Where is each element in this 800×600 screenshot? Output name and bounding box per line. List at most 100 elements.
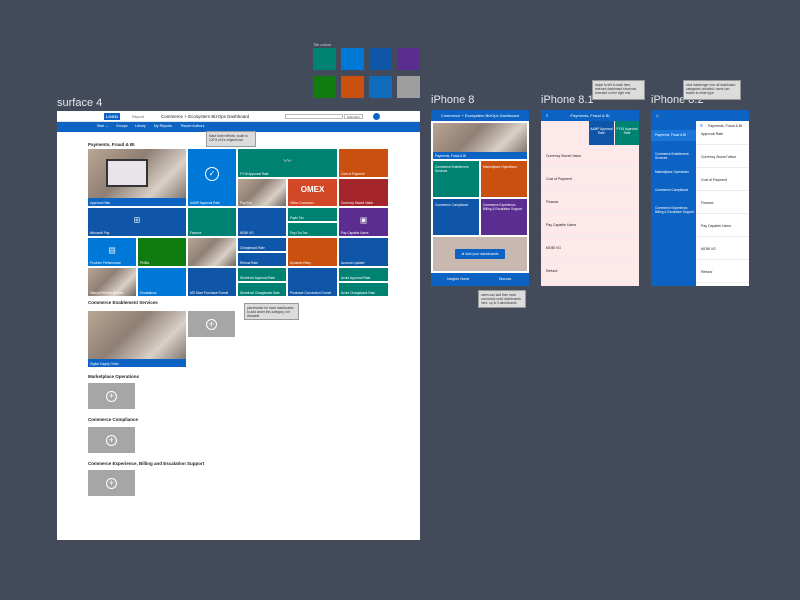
- tile-image-plant: [188, 238, 236, 266]
- tile-label: Purchase Conversion Funnel: [290, 291, 332, 295]
- iphone8-label: iPhone 8: [431, 94, 475, 106]
- tile-purchase-funnel[interactable]: Purchase Conversion Funnel: [288, 268, 337, 296]
- tile-currency[interactable]: Currency Stored Value: [339, 179, 388, 206]
- list-item[interactable]: Approval Rate: [696, 123, 749, 145]
- tile-label: Approval Rate: [90, 201, 111, 205]
- tile-mobi[interactable]: MOBI VG: [238, 208, 286, 236]
- iphone82-frame: ⌂ Payments, Fraud & BI Commerce Enableme…: [651, 110, 749, 286]
- tile-label: Microsoft Pay: [90, 231, 110, 235]
- footer-discuss[interactable]: Discuss: [499, 277, 511, 281]
- tile-account[interactable]: Account Updater: [339, 238, 388, 266]
- add-dashboards-button[interactable]: ⊕ Add your dashboards: [455, 249, 505, 259]
- tile-storefront-charge[interactable]: Storefront Chargeback Rate: [238, 283, 286, 296]
- hamburger-icon[interactable]: ≡: [546, 110, 548, 121]
- tile-label: MS Store Purchase Funnel: [190, 291, 229, 295]
- tile-office-consumer[interactable]: OMEX Office Consumer: [288, 179, 337, 206]
- tile-label: Payin Tax: [290, 216, 304, 220]
- nav-groups[interactable]: Groups: [116, 124, 127, 128]
- tile-pi4m[interactable]: PI4Ms: [138, 238, 186, 266]
- omex-logo: OMEX: [300, 185, 325, 194]
- list-item[interactable]: MOBI VG: [696, 238, 749, 260]
- iphone8-frame: Commerce + Ecosystem BizOps Dashboard Pa…: [431, 110, 529, 286]
- tile-label: Office Consumer: [290, 201, 314, 205]
- annotation-placeholder: placeholder for more dashboards to add u…: [244, 303, 299, 320]
- tile-storefront-approval[interactable]: Storefront Approval Rate: [238, 268, 286, 281]
- list-item[interactable]: Currency Stored Value: [696, 146, 749, 168]
- nav-library[interactable]: Library: [135, 124, 146, 128]
- tile-azure-approval[interactable]: Azure Approval Rate: [339, 268, 388, 281]
- tile-provider[interactable]: ▤ Provider Performance: [88, 238, 136, 266]
- document-icon: ▣: [359, 215, 368, 225]
- home-icon[interactable]: ⌂: [656, 113, 659, 119]
- swipe-col-2[interactable]: FY16 Approval Rate: [615, 121, 639, 145]
- list-item[interactable]: Cost of Payment: [696, 169, 749, 191]
- nav-report-authors[interactable]: Report Authors: [181, 124, 204, 128]
- tile-label: MOBI VG: [240, 231, 254, 235]
- card-icon: ▤: [108, 245, 116, 255]
- list-item[interactable]: Finance: [541, 191, 639, 213]
- tile-approval-rate[interactable]: Approval Rate: [88, 149, 186, 206]
- tile-payin-tax[interactable]: Payin Tax: [288, 208, 337, 221]
- list-item[interactable]: Pay Capable Users: [541, 214, 639, 236]
- list-item[interactable]: Finance: [696, 192, 749, 214]
- tile-label: Pay Capable Users: [341, 231, 369, 235]
- tile-payout-tax[interactable]: Pay-Out Tax: [288, 223, 337, 236]
- list-item[interactable]: Refund: [696, 261, 749, 283]
- tile-azure-charge[interactable]: Azure Chargeback Rate: [339, 283, 388, 296]
- phone-tile-enablement[interactable]: Commerce Enablement Services: [433, 161, 479, 197]
- phone-tile-experience[interactable]: Commerce Experience, Billing & Escalatio…: [481, 199, 527, 235]
- swatch-teal: [313, 48, 336, 70]
- list-item[interactable]: Currency Stored Value: [541, 145, 639, 167]
- tile-finance[interactable]: Finance: [188, 208, 236, 236]
- tile-label: Storefront Approval Rate: [240, 276, 275, 280]
- menu-item[interactable]: Marketplace Operations: [655, 170, 695, 174]
- tile-chargeback[interactable]: Chargeback Rate: [238, 238, 286, 251]
- tile-manual[interactable]: Manual Review Metrics: [88, 268, 136, 296]
- tile-escalations[interactable]: Escalations: [138, 268, 186, 296]
- menu-item[interactable]: Commerce Compliance: [655, 188, 695, 192]
- phone-tile-compliance[interactable]: Commerce Compliance: [433, 199, 479, 235]
- annotation-swipe: swipe to left to each item, relevant das…: [592, 80, 645, 100]
- avatar[interactable]: [373, 113, 380, 120]
- menu-item[interactable]: Payments, Fraud & BI: [651, 130, 696, 141]
- tile-label: Dynamic Retry: [290, 261, 311, 265]
- nav-my-reports[interactable]: My Reports: [154, 124, 172, 128]
- tile-dynamic[interactable]: Dynamic Retry: [288, 238, 337, 266]
- role-select[interactable]: Submitter: [344, 114, 363, 119]
- section-experience: Commerce Experience, Billing and Escalat…: [88, 461, 205, 466]
- list-item[interactable]: MOBI VG: [541, 237, 639, 259]
- list-item[interactable]: Cost of Payment: [541, 168, 639, 190]
- phone-tile-marketplace[interactable]: Marketplace Operations: [481, 161, 527, 197]
- report-link[interactable]: Report: [132, 114, 144, 119]
- nav-start[interactable]: Start ⌄: [97, 124, 108, 128]
- tile-ms-store[interactable]: MS Store Purchase Funnel: [188, 268, 236, 296]
- tile-label: Commerce Experience, Billing & Escalatio…: [483, 203, 523, 211]
- tile-digital-supply[interactable]: Digital Supply Chain: [88, 311, 186, 367]
- tile-pay-edu[interactable]: Pay Edu: [238, 179, 286, 206]
- menu-item[interactable]: Commerce Enablement Services: [655, 152, 695, 160]
- list-item[interactable]: Refund: [541, 260, 639, 282]
- swatch-gray: [397, 76, 420, 98]
- swatch-mid-blue: [369, 76, 392, 98]
- swipe-col-1[interactable]: AAMP Approval Rate: [589, 121, 614, 145]
- section-enablement: Commerce Enablement Services: [88, 300, 158, 305]
- menu-item[interactable]: Commerce Experience, Billing & Escalatio…: [655, 206, 695, 214]
- tile-label: Provider Performance: [90, 261, 122, 265]
- plus-icon: +: [106, 390, 117, 402]
- logo[interactable]: LOGO: [104, 113, 120, 120]
- tile-refund[interactable]: Refund Rate: [238, 253, 286, 266]
- tile-microsoft-pay[interactable]: ⊞ Microsoft Pay: [88, 208, 186, 236]
- add-label: Add your dashboards: [465, 252, 499, 256]
- annotation-hover: Mast hover effects: scale to 120% of it'…: [206, 131, 256, 147]
- tile-pay-capable[interactable]: ▣ Pay Capable Users: [339, 208, 388, 236]
- side-menu: ⌂ Payments, Fraud & BI Commerce Enableme…: [651, 110, 696, 286]
- phone-tile-payments[interactable]: Payments, Fraud & BI: [433, 123, 527, 159]
- footer-home[interactable]: Insights Home: [447, 277, 469, 281]
- swatch-orange: [341, 76, 364, 98]
- tile-cost-payment[interactable]: Cost of Payment: [339, 149, 388, 177]
- phone-add-area: ⊕ Add your dashboards: [433, 237, 527, 271]
- tile-fy16[interactable]: 〰 FY16 Approval Rate: [238, 149, 337, 177]
- list-item[interactable]: Pay Capable Users: [696, 215, 749, 237]
- search-input[interactable]: [285, 114, 343, 119]
- tile-aamp[interactable]: ✓ AAMP Approval Rate: [188, 149, 236, 206]
